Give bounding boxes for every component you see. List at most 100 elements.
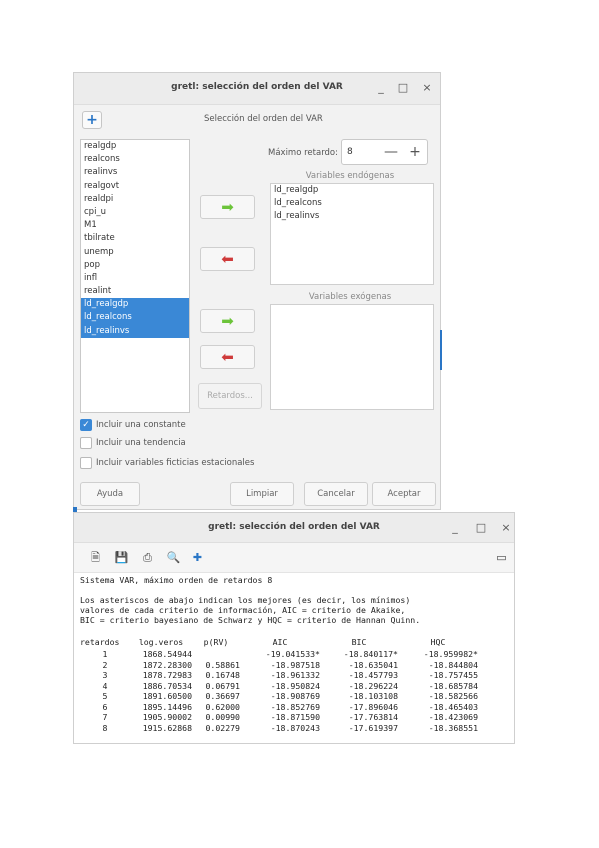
table-cell: -18.457793 <box>348 670 398 681</box>
max-lag-label: Máximo retardo: <box>268 148 339 158</box>
table-cell: -18.296224 <box>348 680 398 691</box>
list-item[interactable]: realgdp <box>81 140 189 153</box>
list-item[interactable]: ld_realcons <box>271 197 433 210</box>
table-cell: -18.961332 <box>270 670 320 681</box>
table-cell: 0.06791 <box>205 680 240 691</box>
list-item[interactable]: realgovt <box>81 180 189 193</box>
include-seasonal-option[interactable]: Incluir variables ficticias estacionales <box>80 457 254 469</box>
table-cell: 5 <box>102 691 108 702</box>
close-button[interactable]: × <box>420 81 434 95</box>
variable-list[interactable]: realgdp realcons realinvs realgovt realdpi cp… <box>80 139 190 413</box>
remove-endogenous-button[interactable]: ⬅ <box>200 247 255 271</box>
table-cell: -18.635041 <box>348 659 398 670</box>
list-item[interactable]: pop <box>81 259 189 272</box>
add-endogenous-button[interactable]: ➡ <box>200 195 255 219</box>
table-cell: -18.582566 <box>428 691 478 702</box>
cancel-button[interactable]: Cancelar <box>304 482 368 506</box>
list-item[interactable]: ld_realcons <box>81 311 189 325</box>
table-cell: 0.58861 <box>205 659 240 670</box>
table-cell: 1905.90002 <box>142 712 192 723</box>
help-button[interactable]: Ayuda <box>80 482 140 506</box>
table-cell: 1 <box>102 649 108 660</box>
list-item[interactable]: infl <box>81 272 189 285</box>
section-title: Selección del orden del VAR <box>204 114 323 124</box>
output-text: Sistema VAR, máximo orden de retardos 8 … <box>80 575 514 733</box>
search-icon[interactable]: 🔍 <box>166 550 181 565</box>
table-row: 1 1868.54944 -19.041533* -18.840117* -18.959… <box>80 649 478 660</box>
list-item[interactable]: realcons <box>81 153 189 166</box>
ok-button[interactable]: Aceptar <box>372 482 436 506</box>
increment-button[interactable]: + <box>403 140 427 164</box>
dialog-titlebar: gretl: selección del orden del VAR _ □ × <box>74 73 440 105</box>
close-button[interactable]: × <box>499 521 513 535</box>
table-cell: 2 <box>102 659 108 670</box>
list-item[interactable]: ld_realgdp <box>81 298 189 312</box>
max-lag-value[interactable]: 8 <box>342 140 379 164</box>
table-cell: -18.950824 <box>270 680 320 691</box>
table-cell: 0.02279 <box>205 722 240 733</box>
save-icon[interactable]: 🗎 <box>88 550 103 565</box>
table-cell: 1872.28300 <box>142 659 192 670</box>
add-variable-button[interactable]: + <box>82 111 102 129</box>
endogenous-label: Variables endógenas <box>305 171 395 181</box>
table-cell: -18.840117* <box>343 649 398 660</box>
add-exogenous-button[interactable]: ➡ <box>200 309 255 333</box>
checkbox-trend[interactable] <box>80 437 92 449</box>
list-item[interactable]: ld_realgdp <box>271 184 433 197</box>
checkbox-label: Incluir variables ficticias estacionales <box>96 458 255 468</box>
list-item[interactable]: ld_realinvs <box>271 210 433 223</box>
table-cell: 0.00990 <box>205 712 240 723</box>
include-constant-option[interactable]: ✓ Incluir una constante <box>80 419 186 431</box>
lags-button[interactable]: Retardos... <box>198 383 262 409</box>
checkbox-constant[interactable]: ✓ <box>80 419 92 431</box>
minimize-button[interactable]: _ <box>374 81 388 95</box>
print-icon[interactable]: ⎙ <box>140 550 155 565</box>
table-cell: 3 <box>102 670 108 681</box>
window-icon[interactable]: ▭ <box>494 550 509 565</box>
table-row: 3 1878.72983 0.16748 -18.961332 -18.457793 -1… <box>80 670 478 681</box>
list-item[interactable]: M1 <box>81 219 189 232</box>
table-cell: 1886.70534 <box>142 680 192 691</box>
arrow-right-icon: ➡ <box>221 197 234 216</box>
exogenous-list[interactable] <box>270 304 434 410</box>
list-item[interactable]: cpi_u <box>81 206 189 219</box>
include-trend-option[interactable]: Incluir una tendencia <box>80 437 186 449</box>
table-cell: -18.871590 <box>270 712 320 723</box>
checkbox-seasonal[interactable] <box>80 457 92 469</box>
checkbox-label: Incluir una tendencia <box>96 438 186 448</box>
remove-exogenous-button[interactable]: ⬅ <box>200 345 255 369</box>
minimize-button[interactable]: _ <box>448 521 462 535</box>
col-header: log.veros <box>138 637 184 647</box>
list-item[interactable]: unemp <box>81 246 189 259</box>
output-titlebar: gretl: selección del orden del VAR _ □ × <box>74 513 514 543</box>
decrement-button[interactable]: — <box>379 140 403 164</box>
table-cell: -19.041533* <box>265 649 320 660</box>
save-as-icon[interactable]: 💾 <box>114 550 129 565</box>
table-cell: 0.16748 <box>205 670 240 681</box>
maximize-button[interactable]: □ <box>396 81 410 95</box>
list-item[interactable]: ld_realinvs <box>81 324 189 338</box>
table-cell: -18.959982* <box>423 649 478 660</box>
max-lag-spinner[interactable]: 8 — + <box>341 139 428 165</box>
maximize-button[interactable]: □ <box>474 521 488 535</box>
table-cell: -18.908769 <box>270 691 320 702</box>
exogenous-label: Variables exógenas <box>308 292 392 302</box>
col-header: retardos <box>80 637 120 647</box>
arrow-left-icon: ⬅ <box>221 249 234 268</box>
table-row: 7 1905.90002 0.00990 -18.871590 -17.763814 -1… <box>80 712 478 723</box>
table-cell: 6 <box>102 701 108 712</box>
output-toolbar: 🗎 💾 ⎙ 🔍 ✚ ▭ <box>74 543 514 573</box>
col-header: AIC <box>272 637 288 647</box>
table-cell: 0.36697 <box>205 691 240 702</box>
table-cell: 1895.14496 <box>142 701 192 712</box>
table-cell: -17.763814 <box>348 712 398 723</box>
list-item[interactable]: realint <box>81 285 189 298</box>
list-item[interactable]: tbilrate <box>81 232 189 245</box>
list-item[interactable]: realdpi <box>81 193 189 206</box>
table-header-row: retardos log.veros p(RV) AIC BIC HQC <box>80 635 478 649</box>
add-icon[interactable]: ✚ <box>190 550 205 565</box>
window-edge <box>440 330 442 370</box>
clear-button[interactable]: Limpiar <box>230 482 294 506</box>
endogenous-list[interactable]: ld_realgdp ld_realcons ld_realinvs <box>270 183 434 285</box>
list-item[interactable]: realinvs <box>81 166 189 179</box>
